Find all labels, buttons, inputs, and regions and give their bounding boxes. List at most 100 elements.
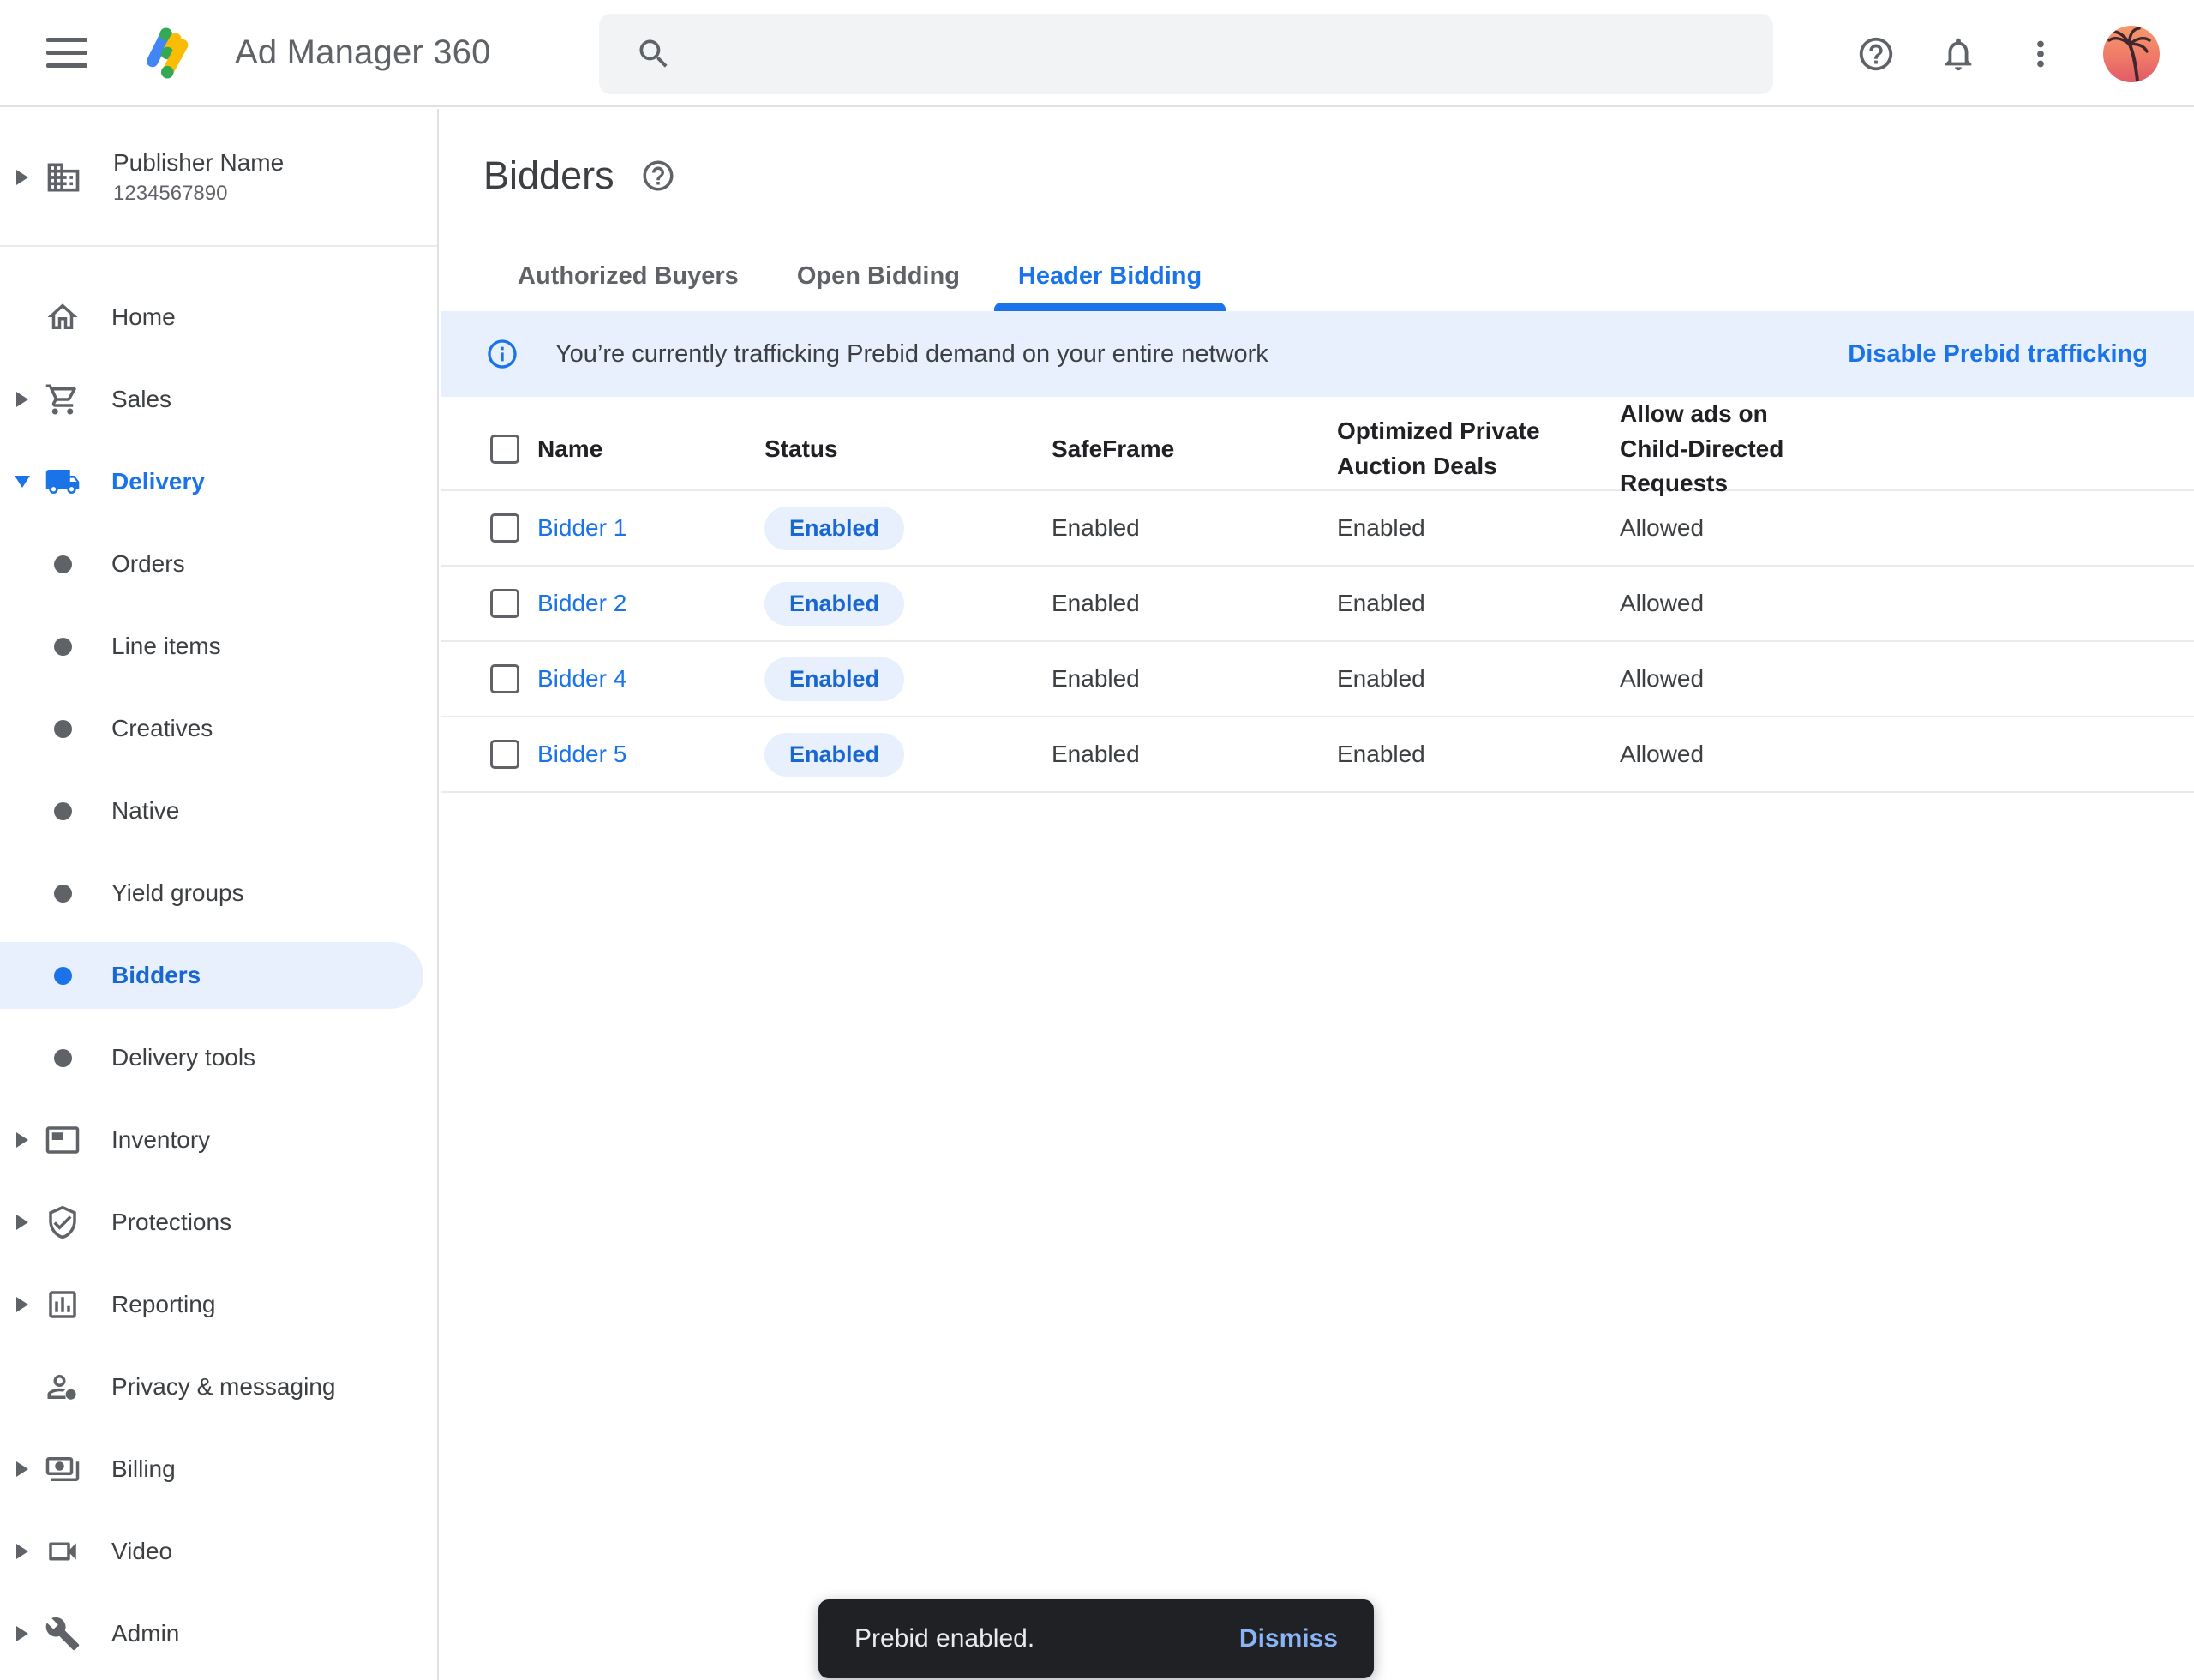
notifications-bell-icon[interactable] xyxy=(1939,34,1978,74)
sidebar-item-sales[interactable]: Sales xyxy=(0,358,437,441)
shield-icon xyxy=(45,1204,81,1240)
row-checkbox[interactable] xyxy=(490,740,519,769)
bullet-icon xyxy=(45,957,81,993)
truck-icon xyxy=(45,464,81,500)
toast-dismiss-button[interactable]: Dismiss xyxy=(1239,1624,1338,1653)
sidebar-item-orders[interactable]: Orders xyxy=(0,523,437,605)
publisher-id: 1234567890 xyxy=(113,182,284,206)
building-icon xyxy=(45,159,82,196)
sidebar-item-delivery-tools[interactable]: Delivery tools xyxy=(0,1017,437,1099)
bidders-table-body: Bidder 1EnabledEnabledEnabledAllowedBidd… xyxy=(441,491,2194,793)
sidebar-item-reporting[interactable]: Reporting xyxy=(0,1263,437,1346)
bullet-icon xyxy=(45,1040,81,1076)
sidebar-item-home[interactable]: Home xyxy=(0,276,437,358)
reporting-icon xyxy=(45,1287,81,1323)
top-app-bar: Ad Manager 360 xyxy=(0,0,2194,107)
toast-message: Prebid enabled. xyxy=(854,1624,1034,1653)
safeframe-cell: Enabled xyxy=(1052,665,1337,693)
sidebar-item-delivery[interactable]: Delivery xyxy=(0,441,437,523)
row-checkbox[interactable] xyxy=(490,589,519,618)
sidebar-item-label: Orders xyxy=(111,550,185,578)
bidder-name-link[interactable]: Bidder 5 xyxy=(537,741,764,768)
app-title: Ad Manager 360 xyxy=(235,33,491,72)
chevron-right-icon xyxy=(0,170,45,185)
cart-icon xyxy=(45,381,81,417)
table-row-bidder-2: Bidder 2EnabledEnabledEnabledAllowed xyxy=(441,567,2194,642)
chevron-right-icon[interactable] xyxy=(0,1297,45,1312)
search-input[interactable] xyxy=(599,14,1773,94)
bullet-icon xyxy=(45,711,81,747)
sidebar-item-bidders[interactable]: Bidders xyxy=(0,934,437,1017)
privacy-icon xyxy=(45,1369,81,1405)
bullet-icon xyxy=(45,546,81,582)
chevron-right-icon[interactable] xyxy=(0,1544,45,1559)
home-icon xyxy=(45,299,81,335)
toast-snackbar: Prebid enabled. Dismiss xyxy=(818,1599,1374,1678)
sidebar-item-protections[interactable]: Protections xyxy=(0,1181,437,1263)
chevron-right-icon[interactable] xyxy=(0,1215,45,1230)
billing-icon xyxy=(45,1451,81,1487)
chevron-right-icon[interactable] xyxy=(0,1626,45,1641)
sidebar-item-label: Privacy & messaging xyxy=(111,1373,335,1401)
bidder-name-link[interactable]: Bidder 1 xyxy=(537,514,764,542)
search-icon xyxy=(635,35,673,73)
sidebar-item-billing[interactable]: Billing xyxy=(0,1428,437,1510)
sidebar-item-label: Video xyxy=(111,1538,172,1565)
table-row-bidder-4: Bidder 4EnabledEnabledEnabledAllowed xyxy=(441,642,2194,717)
sidebar-item-yield-groups[interactable]: Yield groups xyxy=(0,852,437,934)
sidebar-item-label: Protections xyxy=(111,1209,231,1236)
disable-prebid-trafficking-link[interactable]: Disable Prebid trafficking xyxy=(1848,340,2148,369)
sidebar-item-line-items[interactable]: Line items xyxy=(0,605,437,687)
sidebar-item-label: Delivery xyxy=(111,468,205,495)
chevron-right-icon[interactable] xyxy=(0,392,45,407)
optimized-private-auction-deals-cell: Enabled xyxy=(1337,665,1620,693)
video-icon xyxy=(45,1533,81,1569)
appbar-actions xyxy=(1856,0,2160,107)
status-badge: Enabled xyxy=(764,733,904,777)
tab-authorized-buyers[interactable]: Authorized Buyers xyxy=(489,248,768,304)
column-header-allow-ads-on-child-directed-requests: Allow ads on Child-Directed Requests xyxy=(1620,397,1834,501)
menu-icon[interactable] xyxy=(46,27,98,79)
admin-icon xyxy=(45,1616,81,1652)
page-help-icon[interactable] xyxy=(640,158,676,194)
chevron-down-icon[interactable] xyxy=(0,476,45,488)
child-directed-requests-cell: Allowed xyxy=(1620,741,2194,768)
sidebar-item-creatives[interactable]: Creatives xyxy=(0,687,437,770)
child-directed-requests-cell: Allowed xyxy=(1620,665,2194,693)
sidebar-item-label: Home xyxy=(111,303,176,331)
optimized-private-auction-deals-cell: Enabled xyxy=(1337,514,1620,542)
sidebar-item-video[interactable]: Video xyxy=(0,1510,437,1593)
sidebar-item-label: Reporting xyxy=(111,1291,215,1318)
user-avatar[interactable] xyxy=(2103,26,2160,82)
chevron-right-icon[interactable] xyxy=(0,1132,45,1148)
sidebar-item-label: Line items xyxy=(111,633,221,660)
kebab-menu-icon[interactable] xyxy=(2021,34,2060,74)
sidebar-item-label: Admin xyxy=(111,1620,179,1647)
bidder-name-link[interactable]: Bidder 4 xyxy=(537,665,764,693)
row-checkbox[interactable] xyxy=(490,664,519,693)
bullet-icon xyxy=(45,875,81,911)
column-header-optimized-private-auction-deals: Optimized Private Auction Deals xyxy=(1337,414,1551,483)
publisher-selector[interactable]: Publisher Name 1234567890 xyxy=(0,109,437,247)
status-badge: Enabled xyxy=(764,507,904,550)
optimized-private-auction-deals-cell: Enabled xyxy=(1337,741,1620,768)
safeframe-cell: Enabled xyxy=(1052,590,1337,617)
bidder-name-link[interactable]: Bidder 2 xyxy=(537,590,764,617)
inventory-icon xyxy=(45,1122,81,1158)
status-badge: Enabled xyxy=(764,582,904,626)
help-icon[interactable] xyxy=(1856,34,1896,74)
select-all-checkbox[interactable] xyxy=(490,435,519,464)
row-checkbox[interactable] xyxy=(490,513,519,543)
sidebar-item-label: Creatives xyxy=(111,715,213,742)
sidebar-item-inventory[interactable]: Inventory xyxy=(0,1099,437,1181)
sidebar-item-admin[interactable]: Admin xyxy=(0,1593,437,1675)
safeframe-cell: Enabled xyxy=(1052,514,1337,542)
sidebar-item-privacy-messaging[interactable]: Privacy & messaging xyxy=(0,1346,437,1428)
tab-header-bidding[interactable]: Header Bidding xyxy=(989,248,1231,304)
sidebar-item-native[interactable]: Native xyxy=(0,770,437,852)
bullet-icon xyxy=(45,793,81,829)
column-header-status: Status xyxy=(764,432,979,467)
tab-open-bidding[interactable]: Open Bidding xyxy=(768,248,989,304)
chevron-right-icon[interactable] xyxy=(0,1461,45,1477)
sidebar-item-label: Billing xyxy=(111,1455,176,1483)
